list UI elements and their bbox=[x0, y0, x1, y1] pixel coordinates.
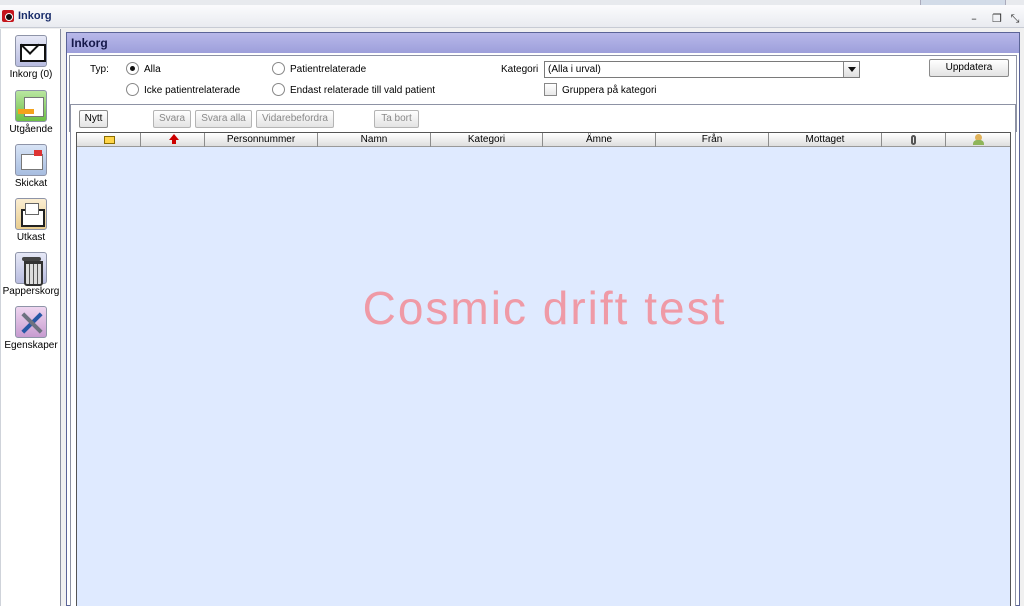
message-table: Personnummer Namn Kategori Ämne Från Mot… bbox=[76, 132, 1011, 606]
sidebar-item-inbox[interactable]: Inkorg (0) bbox=[1, 35, 61, 80]
sidebar-item-properties[interactable]: Egenskaper bbox=[1, 306, 61, 351]
sidebar-item-sent[interactable]: Skickat bbox=[1, 144, 61, 189]
column-header-personnummer[interactable]: Personnummer bbox=[205, 133, 318, 147]
radio-all[interactable] bbox=[126, 62, 139, 75]
radio-non-patient[interactable] bbox=[126, 83, 139, 96]
reply-button[interactable]: Svara bbox=[153, 110, 191, 128]
group-by-category-checkbox[interactable] bbox=[544, 83, 557, 96]
sidebar-item-outbox[interactable]: Utgående bbox=[1, 90, 61, 135]
app-logo-icon bbox=[2, 10, 14, 22]
outbox-icon bbox=[15, 90, 47, 122]
forward-button[interactable]: Vidarebefordra bbox=[256, 110, 334, 128]
sidebar-item-label: Utgående bbox=[9, 124, 53, 135]
delete-button[interactable]: Ta bort bbox=[374, 110, 419, 128]
radio-all-label: Alla bbox=[144, 64, 161, 75]
inbox-panel: Inkorg Typ: Alla Icke patientrelaterade … bbox=[66, 32, 1020, 606]
trash-icon bbox=[15, 252, 47, 286]
column-header-unread[interactable] bbox=[77, 133, 141, 147]
type-label: Typ: bbox=[90, 64, 109, 75]
inbox-icon bbox=[15, 35, 47, 67]
radio-selected-patient-label: Endast relaterade till vald patient bbox=[290, 85, 436, 96]
close-icon[interactable]: ⤡ bbox=[1008, 12, 1022, 26]
attachment-icon bbox=[911, 135, 916, 145]
restore-icon[interactable]: ❐ bbox=[990, 12, 1004, 26]
sidebar: Inkorg (0) Utgående Skickat Utkast Pappe… bbox=[0, 29, 61, 606]
draft-icon bbox=[15, 198, 47, 230]
window-title: Inkorg bbox=[18, 10, 52, 22]
category-select[interactable]: (Alla i urval) bbox=[544, 61, 860, 78]
sidebar-item-label: Egenskaper bbox=[4, 340, 58, 351]
category-select-value: (Alla i urval) bbox=[548, 64, 601, 75]
column-header-kategori[interactable]: Kategori bbox=[431, 133, 543, 147]
sidebar-item-label: Skickat bbox=[14, 178, 48, 189]
radio-non-patient-label: Icke patientrelaterade bbox=[144, 85, 241, 96]
sidebar-item-trash[interactable]: Papperskorg bbox=[1, 252, 61, 297]
column-header-mottaget[interactable]: Mottaget bbox=[769, 133, 882, 147]
new-button[interactable]: Nytt bbox=[79, 110, 108, 128]
envelope-icon bbox=[104, 136, 115, 144]
column-header-attachment[interactable] bbox=[882, 133, 946, 147]
column-header-fran[interactable]: Från bbox=[656, 133, 769, 147]
group-by-category-label: Gruppera på kategori bbox=[562, 85, 657, 96]
sent-icon bbox=[15, 144, 47, 176]
column-header-priority[interactable] bbox=[141, 133, 205, 147]
category-label: Kategori bbox=[501, 64, 539, 75]
reply-all-button[interactable]: Svara alla bbox=[195, 110, 252, 128]
sidebar-item-label: Utkast bbox=[16, 232, 46, 243]
window-titlebar: Inkorg – ❐ ⤡ bbox=[0, 5, 1024, 28]
sidebar-item-drafts[interactable]: Utkast bbox=[1, 198, 61, 243]
radio-selected-patient[interactable] bbox=[272, 83, 285, 96]
column-header-namn[interactable]: Namn bbox=[318, 133, 431, 147]
update-button[interactable]: Uppdatera bbox=[929, 59, 1009, 77]
table-header: Personnummer Namn Kategori Ämne Från Mot… bbox=[77, 133, 1010, 147]
column-header-amne[interactable]: Ämne bbox=[543, 133, 656, 147]
panel-title: Inkorg bbox=[67, 33, 1019, 53]
sidebar-item-label: Inkorg (0) bbox=[9, 69, 53, 80]
minimize-icon[interactable]: – bbox=[967, 12, 981, 26]
radio-patient[interactable] bbox=[272, 62, 285, 75]
sidebar-item-label: Papperskorg bbox=[2, 286, 60, 297]
properties-icon bbox=[15, 306, 47, 338]
watermark-text: Cosmic drift test bbox=[362, 282, 727, 334]
column-header-person[interactable] bbox=[946, 133, 1010, 147]
chevron-down-icon[interactable] bbox=[843, 62, 859, 77]
radio-patient-label: Patientrelaterade bbox=[290, 64, 367, 75]
message-list-panel: Nytt Svara Svara alla Vidarebefordra Ta … bbox=[70, 104, 1016, 606]
